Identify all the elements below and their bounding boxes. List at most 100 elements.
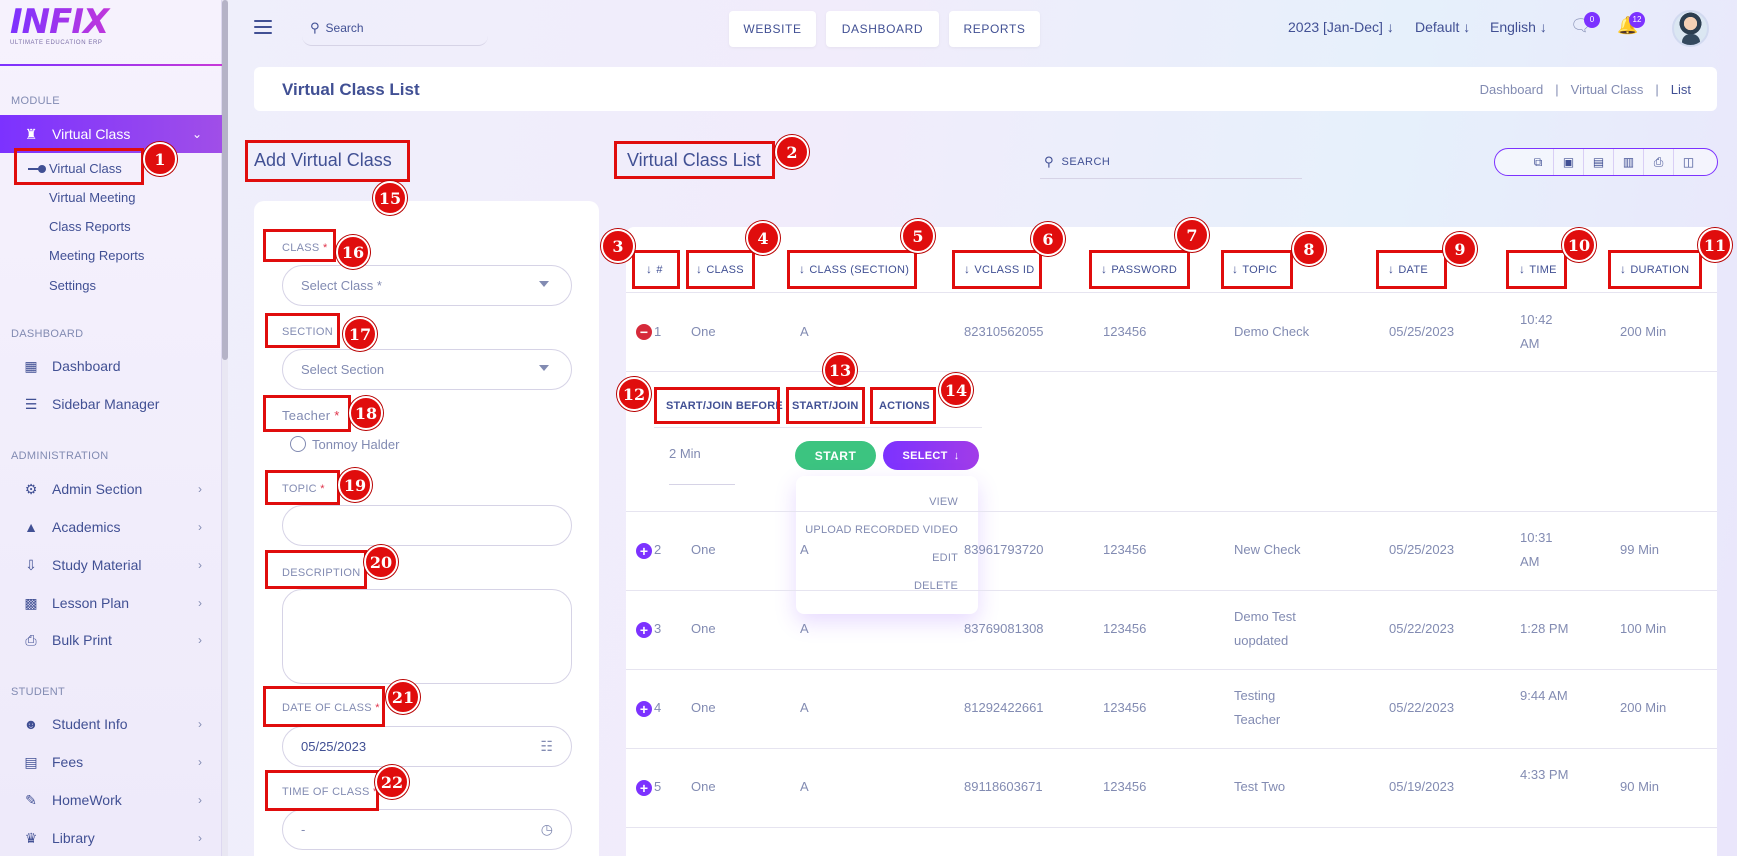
admin-icon: ⚙ <box>24 480 38 497</box>
sidebar-item-study-material[interactable]: ⇩ Study Material › <box>0 546 222 584</box>
chevron-right-icon: › <box>198 717 202 731</box>
annotation-marker: 4 <box>746 221 780 255</box>
hamburger-icon[interactable] <box>254 20 272 36</box>
annotation-box <box>265 470 340 505</box>
sidebar-item-sidebar-manager[interactable]: ☰ Sidebar Manager <box>0 385 222 423</box>
annotation-box <box>263 229 336 262</box>
excel-icon[interactable]: ▣ <box>1553 149 1583 175</box>
money-icon: ▤ <box>24 753 38 770</box>
sidebar-item-dashboard[interactable]: ▦ Dashboard <box>0 347 222 385</box>
reports-button[interactable]: REPORTS <box>949 11 1040 47</box>
table-cell-password: 123456 <box>1103 621 1147 636</box>
table-cell-topic: Demo Check <box>1234 324 1310 339</box>
annotation-box <box>1506 250 1567 289</box>
table-cell-password: 123456 <box>1103 779 1147 794</box>
sidebar-item-label: Library <box>52 830 95 846</box>
website-button[interactable]: WEBSITE <box>729 11 816 47</box>
table-cell-class: One <box>691 700 716 715</box>
sub-item-settings[interactable]: Settings <box>49 278 96 293</box>
row-expand-icon[interactable]: + <box>636 701 652 717</box>
sidebar: INFIX ULTIMATE EDUCATION ERP MODULE ♜ Vi… <box>0 0 222 856</box>
teacher-radio[interactable] <box>290 436 306 452</box>
calendar-icon[interactable]: ☷ <box>540 738 553 755</box>
language-select[interactable]: English ↓ <box>1490 19 1547 35</box>
date-input[interactable]: 05/25/2023 ☷ <box>282 726 572 767</box>
columns-icon[interactable]: ◫ <box>1673 149 1703 175</box>
breadcrumb-separator: | <box>1555 82 1559 97</box>
sidebar-item-lesson-plan[interactable]: ▩ Lesson Plan › <box>0 584 222 622</box>
arrow-down-icon: ↓ <box>953 449 960 462</box>
pdf-icon[interactable]: ▥ <box>1613 149 1643 175</box>
annotation-box <box>14 148 144 185</box>
chevron-right-icon: › <box>198 793 202 807</box>
virtual-class-icon: ♜ <box>24 125 38 142</box>
avatar[interactable] <box>1672 10 1709 47</box>
row-collapse-icon[interactable]: − <box>636 324 652 340</box>
sidebar-item-fees[interactable]: ▤ Fees › <box>0 743 222 781</box>
section-select[interactable]: Select Section <box>282 349 572 390</box>
library-icon: ♛ <box>24 829 38 846</box>
annotation-box <box>614 141 775 179</box>
sub-item-class-reports[interactable]: Class Reports <box>49 219 131 234</box>
sidebar-item-label: Fees <box>52 754 84 770</box>
list-search: ⚲ <box>1040 145 1302 179</box>
language-value: English <box>1490 19 1536 35</box>
table-cell-vclass-id: 82310562055 <box>964 324 1044 339</box>
copy-icon[interactable]: ⧉ <box>1523 149 1553 175</box>
session-select[interactable]: 2023 [Jan-Dec] ↓ <box>1288 19 1394 35</box>
menu-item-view[interactable]: VIEW <box>929 496 958 508</box>
annotation-marker: 12 <box>617 377 651 411</box>
table-cell-vclass-id: 83961793720 <box>964 542 1044 557</box>
global-search: ⚲ <box>302 10 488 46</box>
annotation-marker: 9 <box>1443 232 1477 266</box>
row-expand-icon[interactable]: + <box>636 780 652 796</box>
breadcrumb-virtual-class[interactable]: Virtual Class <box>1571 82 1644 97</box>
annotation-marker: 11 <box>1698 228 1732 262</box>
description-textarea[interactable] <box>282 589 572 684</box>
scrollbar-thumb[interactable] <box>222 0 228 360</box>
menu-item-upload-recorded-video[interactable]: UPLOAD RECORDED VIDEO <box>805 524 958 536</box>
table-cell-password: 123456 <box>1103 542 1147 557</box>
table-cell-topic: Test Two <box>1234 779 1286 794</box>
sub-item-virtual-meeting[interactable]: Virtual Meeting <box>49 190 135 205</box>
table-cell-date: 05/22/2023 <box>1389 621 1455 636</box>
section-dashboard: DASHBOARD <box>11 328 84 340</box>
global-search-input[interactable] <box>325 20 466 35</box>
topic-input[interactable] <box>282 505 572 546</box>
menu-item-edit[interactable]: EDIT <box>932 552 958 564</box>
table-cell-topic: Demo Test uopdated <box>1234 609 1296 648</box>
row-expand-icon[interactable]: + <box>636 622 652 638</box>
sidebar-item-library[interactable]: ♛ Library › <box>0 819 222 856</box>
teacher-option-label[interactable]: Tonmoy Halder <box>312 437 399 452</box>
logo[interactable]: INFIX ULTIMATE EDUCATION ERP <box>10 4 120 52</box>
time-input[interactable]: - ◷ <box>282 809 572 850</box>
table-cell-section: A <box>800 324 809 339</box>
row-expand-icon[interactable]: + <box>636 543 652 559</box>
print-icon[interactable]: ⎙ <box>1643 149 1673 175</box>
sidebar-item-bulk-print[interactable]: ⎙ Bulk Print › <box>0 621 222 659</box>
sub-item-meeting-reports[interactable]: Meeting Reports <box>49 248 144 263</box>
chevron-down-icon: ⌄ <box>191 127 202 141</box>
clock-icon[interactable]: ◷ <box>541 821 553 838</box>
sidebar-item-admin-section[interactable]: ⚙ Admin Section › <box>0 470 222 508</box>
date-value: 05/25/2023 <box>301 739 367 754</box>
class-select[interactable]: Select Class * <box>282 265 572 306</box>
printer-icon: ⎙ <box>25 631 37 648</box>
start-button[interactable]: START <box>795 441 876 470</box>
list-search-input[interactable] <box>1061 155 1262 168</box>
chevron-right-icon: › <box>198 633 202 647</box>
csv-icon[interactable]: ▤ <box>1583 149 1613 175</box>
sidebar-item-homework[interactable]: ✎ HomeWork › <box>0 781 222 819</box>
table-cell-date: 05/22/2023 <box>1389 700 1455 715</box>
dashboard-button[interactable]: DASHBOARD <box>826 11 939 47</box>
breadcrumb-dashboard[interactable]: Dashboard <box>1480 82 1544 97</box>
sidebar-item-academics[interactable]: ▲ Academics › <box>0 508 222 546</box>
sidebar-scrollbar[interactable] <box>222 0 228 856</box>
sidebar-item-label: Bulk Print <box>52 632 112 648</box>
sidebar-item-student-info[interactable]: ☻ Student Info › <box>0 705 222 743</box>
select-actions-button[interactable]: SELECT ↓ <box>883 441 979 470</box>
table-cell-time: 10:42 AM <box>1520 312 1553 351</box>
style-select[interactable]: Default ↓ <box>1415 19 1470 35</box>
logo-divider <box>0 64 222 66</box>
annotation-box <box>245 140 410 182</box>
